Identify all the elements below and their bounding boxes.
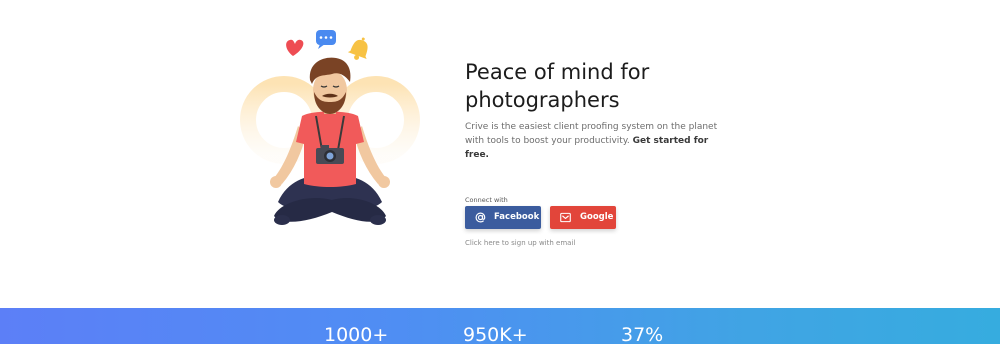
stats-bar: 1000+ 950K+ 37% (0, 308, 1000, 344)
headline-line-2: photographers (465, 88, 620, 112)
hero-headline: Peace of mind for photographers (465, 58, 795, 114)
stat-value-3: 37% (621, 324, 664, 344)
google-button-label: Google (580, 212, 614, 222)
meditating-photographer-illustration (240, 30, 420, 225)
hero-description: Crive is the easiest client proofing sys… (465, 120, 725, 162)
bell-icon (347, 37, 368, 60)
facebook-login-button[interactable]: Facebook (465, 206, 541, 229)
chat-bubble-icon (316, 30, 336, 49)
email-signup-link[interactable]: Click here to sign up with email (465, 239, 575, 247)
connect-with-label: Connect with (465, 196, 508, 204)
facebook-button-label: Facebook (494, 212, 540, 222)
stat-value-1: 1000+ (324, 324, 389, 344)
heart-icon (286, 39, 304, 56)
headline-line-1: Peace of mind for (465, 60, 650, 84)
mail-box-icon (560, 212, 571, 223)
google-login-button[interactable]: Google (550, 206, 616, 229)
at-sign-icon (475, 212, 486, 223)
stat-value-2: 950K+ (463, 324, 528, 344)
